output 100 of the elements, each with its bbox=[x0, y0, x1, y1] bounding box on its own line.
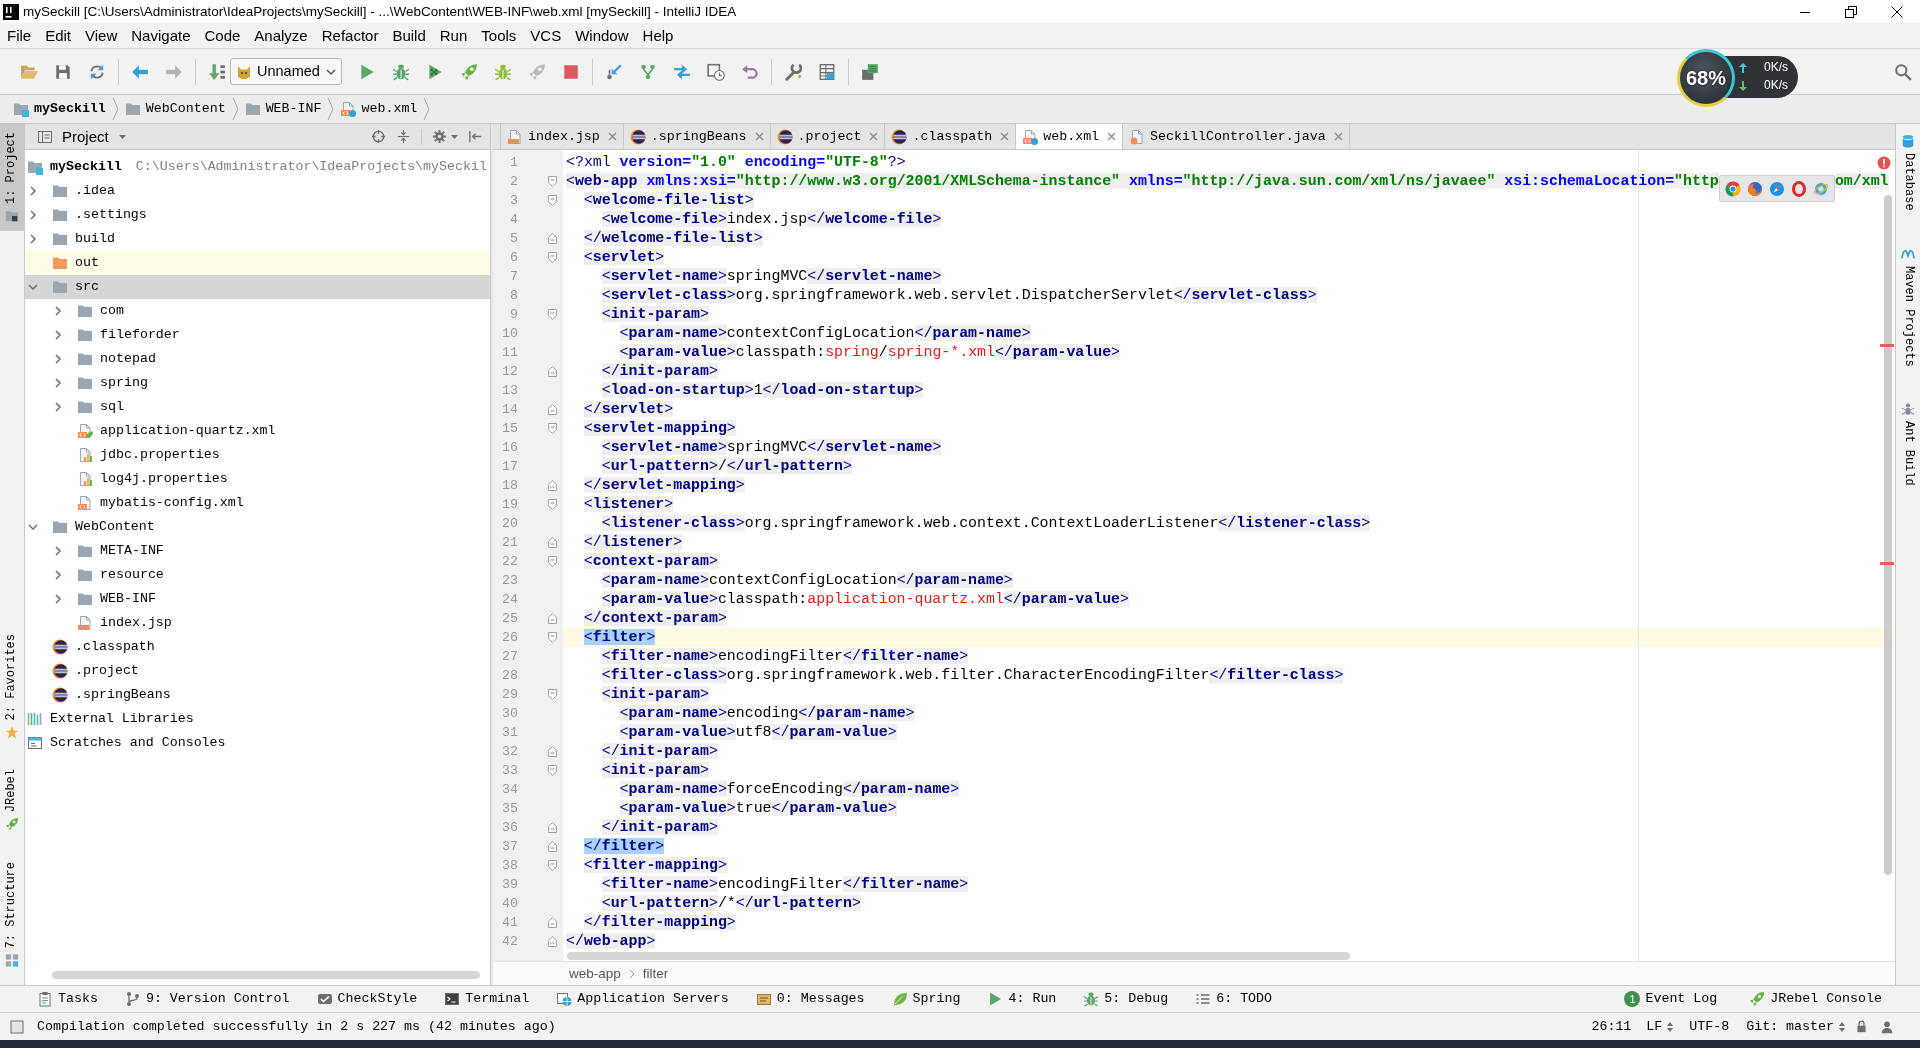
tree-item[interactable]: log4j.properties bbox=[25, 467, 490, 491]
line-separator-selector[interactable]: LF bbox=[1646, 1017, 1675, 1036]
fold-icon[interactable] bbox=[548, 480, 557, 491]
table-icon[interactable] bbox=[818, 62, 836, 81]
menu-item[interactable]: Refactor bbox=[314, 23, 386, 48]
chevron-right-icon[interactable] bbox=[53, 402, 63, 412]
tool-window-tab[interactable]: 2: Favorites bbox=[0, 625, 24, 748]
close-icon[interactable] bbox=[1891, 5, 1903, 18]
search-icon[interactable] bbox=[1894, 62, 1912, 81]
breadcrumb-item[interactable]: web-app bbox=[569, 964, 621, 983]
stop-icon[interactable] bbox=[562, 62, 580, 81]
menu-item[interactable]: Build bbox=[385, 23, 433, 48]
fold-icon[interactable] bbox=[548, 176, 557, 187]
fold-icon[interactable] bbox=[548, 366, 557, 377]
tree-item[interactable]: index.jsp bbox=[25, 611, 490, 635]
save-icon[interactable] bbox=[54, 62, 72, 81]
fold-icon[interactable] bbox=[548, 613, 557, 624]
editor-tab[interactable]: SeckillController.java bbox=[1123, 124, 1350, 149]
chevron-right-icon[interactable] bbox=[28, 210, 38, 220]
menu-item[interactable]: View bbox=[78, 23, 125, 48]
breadcrumb-item[interactable]: mySeckill bbox=[7, 95, 112, 123]
restore-icon[interactable] bbox=[1845, 5, 1857, 18]
tool-window-button[interactable]: JRebel Console bbox=[1749, 990, 1882, 1008]
caret-icon[interactable] bbox=[451, 133, 458, 140]
rocket-icon[interactable] bbox=[460, 62, 478, 81]
fold-icon[interactable] bbox=[548, 195, 557, 206]
fold-icon[interactable] bbox=[548, 917, 557, 928]
tree-item[interactable]: .project bbox=[25, 659, 490, 683]
tool-window-button[interactable]: 0: Messages bbox=[755, 990, 865, 1008]
tree-item[interactable]: .idea bbox=[25, 179, 490, 203]
chevron-right-icon[interactable] bbox=[53, 330, 63, 340]
checkered-play-icon[interactable] bbox=[426, 62, 444, 81]
compass-icon[interactable] bbox=[1768, 180, 1785, 197]
fold-icon[interactable] bbox=[548, 233, 557, 244]
scrollbar-thumb[interactable] bbox=[567, 952, 1350, 960]
vcs-branch-selector[interactable]: Git: master bbox=[1746, 1017, 1846, 1036]
tool-window-button[interactable]: Application Servers bbox=[556, 990, 729, 1008]
chevron-right-icon[interactable] bbox=[53, 354, 63, 364]
fold-icon[interactable] bbox=[548, 537, 557, 548]
editor-tab[interactable]: .springBeans bbox=[623, 124, 771, 149]
tree-item[interactable]: com bbox=[25, 299, 490, 323]
run-icon[interactable] bbox=[358, 62, 376, 81]
fold-icon[interactable] bbox=[548, 499, 557, 510]
error-icon[interactable] bbox=[1877, 156, 1891, 170]
chevron-right-icon[interactable] bbox=[28, 234, 38, 244]
tool-window-button[interactable]: 5: Debug bbox=[1083, 990, 1169, 1008]
menu-item[interactable]: Analyze bbox=[247, 23, 315, 48]
fold-icon[interactable] bbox=[548, 689, 557, 700]
fold-icon[interactable] bbox=[548, 404, 557, 415]
tool-window-button[interactable]: CheckStyle bbox=[316, 990, 418, 1008]
chevron-right-icon[interactable] bbox=[53, 570, 63, 580]
tree-item[interactable]: META-INF bbox=[25, 539, 490, 563]
tree-item[interactable]: mybatis-config.xml bbox=[25, 491, 490, 515]
chevron-right-icon[interactable] bbox=[53, 378, 63, 388]
lock-icon[interactable] bbox=[1855, 1020, 1868, 1033]
fold-icon[interactable] bbox=[548, 841, 557, 852]
globe-icon[interactable] bbox=[1746, 180, 1763, 197]
breadcrumb-item[interactable]: WebContent bbox=[118, 95, 232, 123]
bug-icon[interactable] bbox=[392, 62, 410, 81]
collapse-icon[interactable] bbox=[396, 129, 411, 144]
bug-icon[interactable] bbox=[494, 62, 512, 81]
tool-window-button[interactable]: 4: Run bbox=[987, 990, 1057, 1008]
tool-window-button[interactable]: 9: Version Control bbox=[124, 990, 290, 1008]
arrow-to-bar-icon[interactable] bbox=[468, 129, 483, 144]
chevron-right-icon[interactable] bbox=[53, 546, 63, 556]
tool-window-button[interactable]: 1 Event Log bbox=[1624, 990, 1718, 1008]
tool-window-tab[interactable]: Database bbox=[1896, 128, 1920, 217]
breadcrumb-item[interactable]: filter bbox=[642, 964, 669, 983]
fold-icon[interactable] bbox=[548, 765, 557, 776]
gear-icon[interactable] bbox=[432, 129, 447, 144]
tool-window-tab[interactable]: Ant Build bbox=[1896, 396, 1920, 493]
fold-icon[interactable] bbox=[548, 632, 557, 643]
tree-item[interactable]: mySeckill C:\Users\Administrator\IdeaProjects\mySeckil bbox=[25, 155, 490, 179]
tool-window-button[interactable]: Spring bbox=[891, 990, 961, 1008]
tree-item[interactable]: WebContent bbox=[25, 515, 490, 539]
tool-window-tab[interactable]: 7: Structure bbox=[0, 853, 24, 975]
person-icon[interactable] bbox=[1880, 1019, 1894, 1034]
layers-icon[interactable] bbox=[861, 62, 879, 81]
caret-position[interactable]: 26:11 bbox=[1591, 1017, 1632, 1036]
editor-tab[interactable]: .project bbox=[770, 124, 886, 149]
chevron-right-icon[interactable] bbox=[28, 186, 38, 196]
fold-icon[interactable] bbox=[548, 309, 557, 320]
editor-tab[interactable]: web.xml bbox=[1016, 124, 1124, 149]
menu-item[interactable]: Code bbox=[197, 23, 248, 48]
orbit-icon[interactable] bbox=[1812, 180, 1829, 197]
tree-item[interactable]: application-quartz.xml bbox=[25, 419, 490, 443]
fold-icon[interactable] bbox=[548, 936, 557, 947]
tree-item[interactable]: notepad bbox=[25, 347, 490, 371]
tree-item[interactable]: .settings bbox=[25, 203, 490, 227]
target-icon[interactable] bbox=[371, 129, 386, 144]
tool-window-tab[interactable]: 1: Project bbox=[0, 124, 24, 231]
menu-item[interactable]: VCS bbox=[523, 23, 569, 48]
arrow-down-icon[interactable] bbox=[208, 62, 226, 81]
tree-item[interactable]: spring bbox=[25, 371, 490, 395]
arrows-icon[interactable] bbox=[673, 62, 691, 81]
menu-item[interactable]: Help bbox=[635, 23, 681, 48]
clock-icon[interactable] bbox=[707, 62, 725, 81]
tree-item[interactable]: .springBeans bbox=[25, 683, 490, 707]
tree-item[interactable]: .classpath bbox=[25, 635, 490, 659]
tool-window-button[interactable]: Tasks bbox=[37, 990, 98, 1008]
